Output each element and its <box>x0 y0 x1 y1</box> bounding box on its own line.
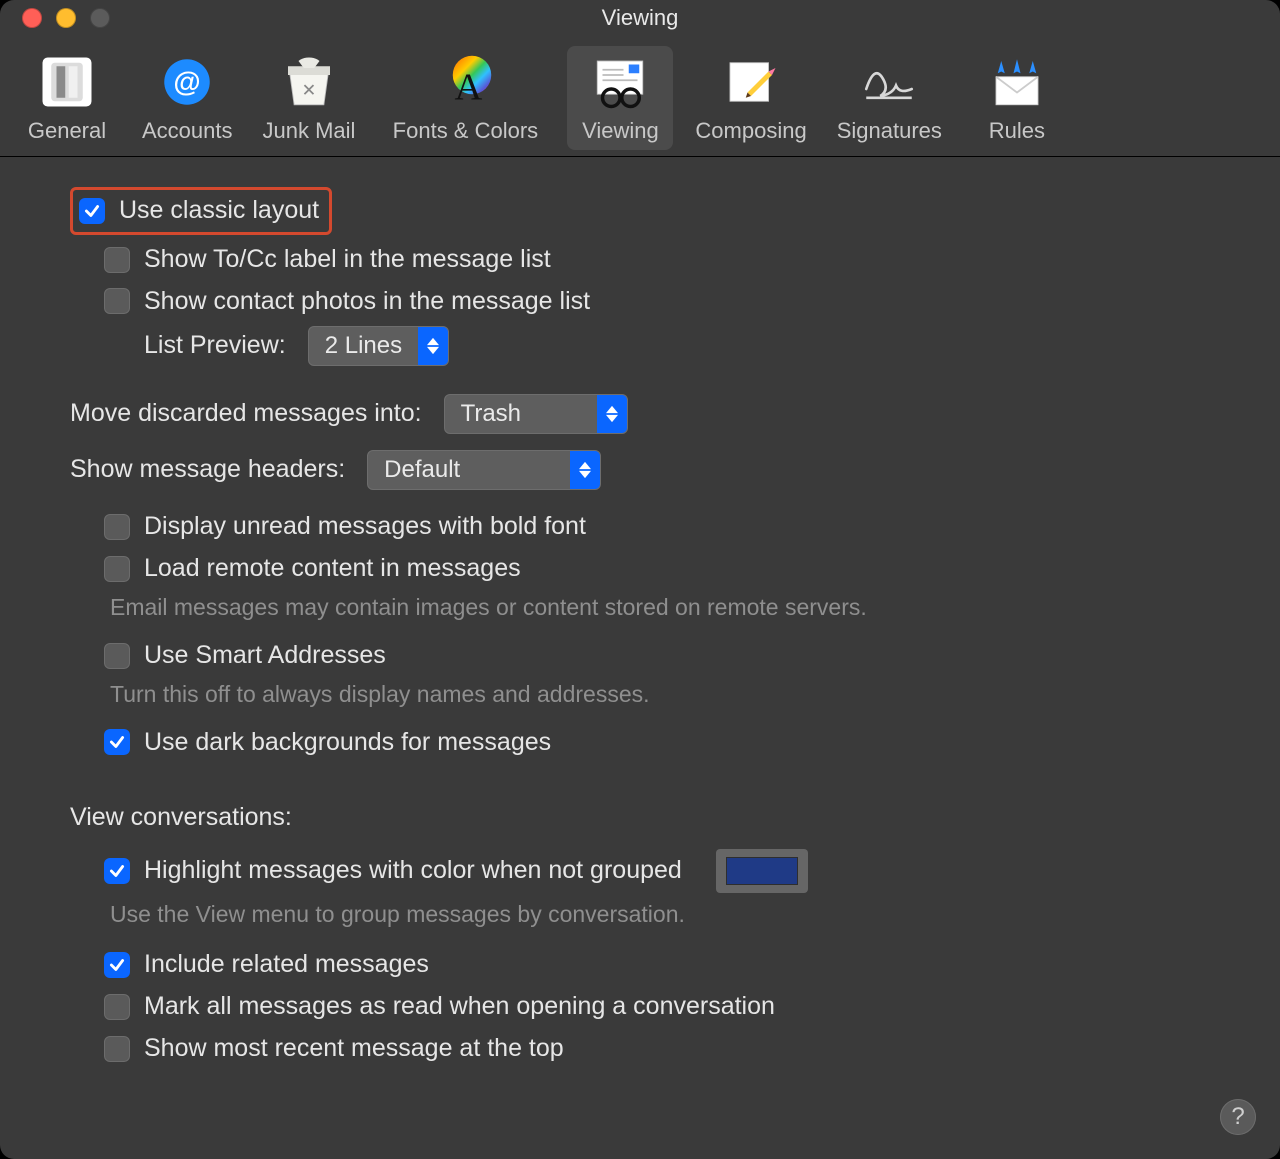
smart-addresses-label: Use Smart Addresses <box>144 639 386 673</box>
tab-signatures[interactable]: Signatures <box>829 46 950 150</box>
zoom-window-button[interactable] <box>90 8 110 28</box>
accounts-icon: @ <box>155 50 219 114</box>
svg-text:A: A <box>455 67 483 109</box>
preferences-toolbar: General @ Accounts ✕ Junk Mail <box>0 36 1280 157</box>
tab-fonts-colors[interactable]: A Fonts & Colors <box>377 46 553 150</box>
tab-accounts[interactable]: @ Accounts <box>134 46 241 150</box>
select-value: 2 Lines <box>309 330 418 362</box>
most-recent-top-label: Show most recent message at the top <box>144 1032 564 1066</box>
highlight-hint: Use the View menu to group messages by c… <box>110 899 1210 930</box>
load-remote-hint: Email messages may contain images or con… <box>110 592 1210 623</box>
show-headers-label: Show message headers: <box>70 453 345 487</box>
load-remote-label: Load remote content in messages <box>144 552 521 586</box>
tab-rules[interactable]: Rules <box>964 46 1070 150</box>
viewing-settings: Use classic layout Show To/Cc label in t… <box>0 157 1280 1113</box>
list-preview-label: List Preview: <box>144 329 286 363</box>
checkbox-show-photos[interactable] <box>104 288 130 314</box>
tab-label: Viewing <box>582 118 659 144</box>
close-window-button[interactable] <box>22 8 42 28</box>
show-tocc-label: Show To/Cc label in the message list <box>144 243 551 277</box>
tab-label: Accounts <box>142 118 233 144</box>
tab-label: Junk Mail <box>263 118 356 144</box>
select-show-headers[interactable]: Default <box>367 450 601 490</box>
help-button[interactable]: ? <box>1220 1099 1256 1135</box>
help-icon: ? <box>1231 1103 1244 1131</box>
general-icon <box>35 50 99 114</box>
checkbox-show-tocc[interactable] <box>104 247 130 273</box>
include-related-label: Include related messages <box>144 948 429 982</box>
checkbox-mark-read[interactable] <box>104 994 130 1020</box>
move-discarded-label: Move discarded messages into: <box>70 397 422 431</box>
select-value: Default <box>368 454 570 486</box>
checkbox-highlight-messages[interactable] <box>104 858 130 884</box>
highlight-color-well[interactable] <box>716 849 808 893</box>
checkbox-dark-backgrounds[interactable] <box>104 729 130 755</box>
conversations-heading: View conversations: <box>70 801 1210 835</box>
display-unread-bold-label: Display unread messages with bold font <box>144 510 586 544</box>
preferences-window: Viewing General @ Accounts <box>0 0 1280 1159</box>
select-list-preview[interactable]: 2 Lines <box>308 326 449 366</box>
tab-label: Fonts & Colors <box>393 118 539 144</box>
checkbox-load-remote[interactable] <box>104 556 130 582</box>
tab-label: Composing <box>695 118 806 144</box>
minimize-window-button[interactable] <box>56 8 76 28</box>
tab-label: Rules <box>989 118 1045 144</box>
stepper-arrows-icon <box>418 327 448 365</box>
checkbox-display-unread-bold[interactable] <box>104 514 130 540</box>
color-swatch-inner <box>726 857 798 885</box>
tab-composing[interactable]: Composing <box>687 46 814 150</box>
classic-layout-label: Use classic layout <box>119 194 319 228</box>
window-controls <box>0 8 110 28</box>
tab-general[interactable]: General <box>14 46 120 150</box>
tab-label: Signatures <box>837 118 942 144</box>
svg-text:@: @ <box>174 66 201 97</box>
stepper-arrows-icon <box>570 451 600 489</box>
select-move-discarded[interactable]: Trash <box>444 394 628 434</box>
junk-mail-icon: ✕ <box>277 50 341 114</box>
svg-text:✕: ✕ <box>302 80 317 100</box>
dark-backgrounds-label: Use dark backgrounds for messages <box>144 726 551 760</box>
viewing-icon <box>588 50 652 114</box>
show-photos-label: Show contact photos in the message list <box>144 285 590 319</box>
select-value: Trash <box>445 398 597 430</box>
checkbox-classic-layout[interactable] <box>79 198 105 224</box>
stepper-arrows-icon <box>597 395 627 433</box>
fonts-colors-icon: A <box>433 50 497 114</box>
rules-icon <box>985 50 1049 114</box>
titlebar: Viewing <box>0 0 1280 36</box>
tab-viewing[interactable]: Viewing <box>567 46 673 150</box>
smart-addresses-hint: Turn this off to always display names an… <box>110 679 1210 710</box>
tab-label: General <box>28 118 106 144</box>
highlight-annotation: Use classic layout <box>70 187 332 235</box>
checkbox-include-related[interactable] <box>104 952 130 978</box>
composing-icon <box>719 50 783 114</box>
highlight-messages-label: Highlight messages with color when not g… <box>144 854 682 888</box>
window-title: Viewing <box>0 5 1280 31</box>
tab-junk-mail[interactable]: ✕ Junk Mail <box>255 46 364 150</box>
signatures-icon <box>857 50 921 114</box>
checkbox-most-recent-top[interactable] <box>104 1036 130 1062</box>
mark-read-label: Mark all messages as read when opening a… <box>144 990 775 1024</box>
checkbox-smart-addresses[interactable] <box>104 643 130 669</box>
